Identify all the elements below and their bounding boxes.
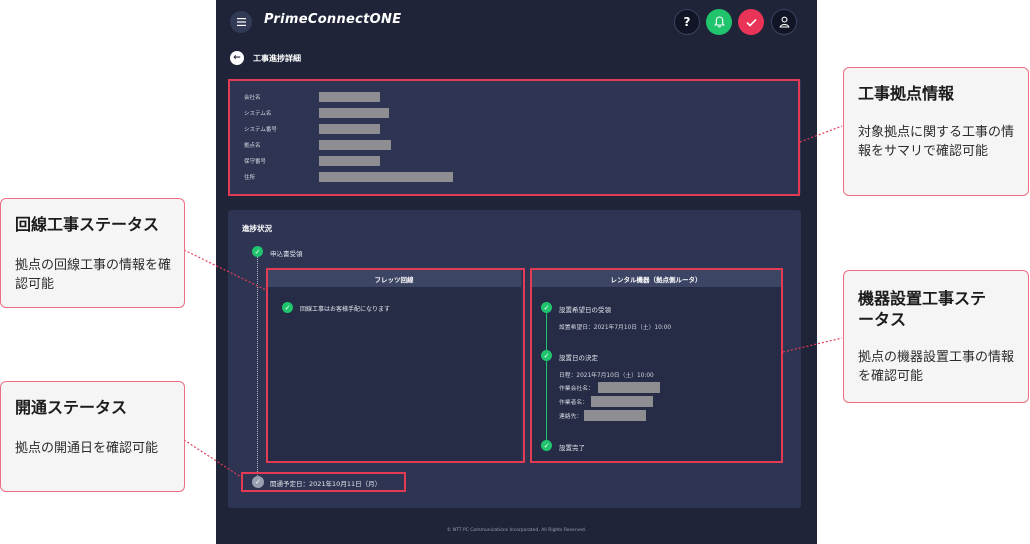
- callout-line-status: 回線工事ステータス 拠点の回線工事の情報を確認可能: [0, 198, 185, 308]
- callout-title: 機器設置工事ステータス: [858, 289, 987, 329]
- callout-opening-status: 開通ステータス 拠点の開通日を確認可能: [0, 381, 185, 492]
- callout-title: 開通ステータス: [15, 398, 128, 417]
- callout-body: 対象拠点に関する工事の情報をサマリで確認可能: [858, 125, 1015, 159]
- callout-title: 回線工事ステータス: [15, 215, 160, 234]
- callout-body: 拠点の機器設置工事の情報を確認可能: [858, 350, 1015, 384]
- callout-body: 拠点の回線工事の情報を確認可能: [15, 258, 172, 292]
- callout-title: 工事拠点情報: [858, 84, 955, 103]
- callout-equipment-status: 機器設置工事ステータス 拠点の機器設置工事の情報を確認可能: [843, 270, 1029, 403]
- callout-body: 拠点の開通日を確認可能: [15, 441, 159, 456]
- callout-site-info: 工事拠点情報 対象拠点に関する工事の情報をサマリで確認可能: [843, 67, 1029, 196]
